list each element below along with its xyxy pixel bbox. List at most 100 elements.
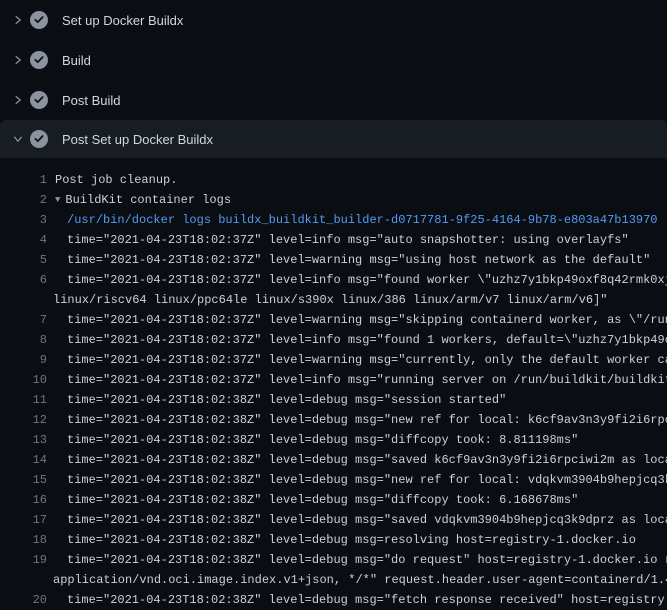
log-line-content: linux/riscv64 linux/ppc64le linux/s390x … xyxy=(47,293,608,307)
log-line-number[interactable]: 14 xyxy=(0,453,47,467)
log-line-content: time="2021-04-23T18:02:37Z" level=info m… xyxy=(47,333,667,347)
log-line-number[interactable]: 5 xyxy=(0,253,47,267)
log-line: 19 time="2021-04-23T18:02:38Z" level=deb… xyxy=(0,550,667,570)
log-line: application/vnd.oci.image.index.v1+json,… xyxy=(0,570,667,590)
log-line-text: time="2021-04-23T18:02:37Z" level=warnin… xyxy=(67,353,667,367)
log-line-number[interactable]: 1 xyxy=(0,173,47,187)
log-line-content: time="2021-04-23T18:02:37Z" level=warnin… xyxy=(47,353,667,367)
log-line-content: time="2021-04-23T18:02:38Z" level=debug … xyxy=(47,433,578,447)
step-header[interactable]: Post Build xyxy=(0,80,667,120)
log-line-text: time="2021-04-23T18:02:37Z" level=info m… xyxy=(67,233,629,247)
step-header[interactable]: Set up Docker Buildx xyxy=(0,0,667,40)
step-label: Post Build xyxy=(62,94,121,107)
log-line-text: time="2021-04-23T18:02:38Z" level=debug … xyxy=(67,453,667,467)
log-line-number[interactable]: 20 xyxy=(0,593,47,607)
log-line: 5 time="2021-04-23T18:02:37Z" level=warn… xyxy=(0,250,667,270)
step-header[interactable]: Build xyxy=(0,40,667,80)
log-line-content: time="2021-04-23T18:02:37Z" level=info m… xyxy=(47,273,667,287)
log-line: 8 time="2021-04-23T18:02:37Z" level=info… xyxy=(0,330,667,350)
log-line-text: time="2021-04-23T18:02:37Z" level=info m… xyxy=(67,373,667,387)
log-line-content: time="2021-04-23T18:02:38Z" level=debug … xyxy=(47,553,667,567)
chevron-down-icon[interactable] xyxy=(12,133,24,145)
log-line-text: Post job cleanup. xyxy=(55,173,177,187)
log-line-content: time="2021-04-23T18:02:38Z" level=debug … xyxy=(47,513,667,527)
log-line-content: time="2021-04-23T18:02:38Z" level=debug … xyxy=(47,413,667,427)
log-line-content: time="2021-04-23T18:02:37Z" level=info m… xyxy=(47,233,629,247)
chevron-right-icon[interactable] xyxy=(12,94,24,106)
log-line: 17 time="2021-04-23T18:02:38Z" level=deb… xyxy=(0,510,667,530)
log-line-text: application/vnd.oci.image.index.v1+json,… xyxy=(53,573,667,587)
log-line-content: /usr/bin/docker logs buildx_buildkit_bui… xyxy=(47,213,658,227)
log-line-text: /usr/bin/docker logs buildx_buildkit_bui… xyxy=(67,213,658,227)
log-line: 10 time="2021-04-23T18:02:37Z" level=inf… xyxy=(0,370,667,390)
log-line-text: time="2021-04-23T18:02:38Z" level=debug … xyxy=(67,493,578,507)
log-line-text: time="2021-04-23T18:02:38Z" level=debug … xyxy=(67,593,667,607)
log-line: 14 time="2021-04-23T18:02:38Z" level=deb… xyxy=(0,450,667,470)
log-line-text: linux/riscv64 linux/ppc64le linux/s390x … xyxy=(53,293,608,307)
step-label: Post Set up Docker Buildx xyxy=(62,133,213,146)
group-collapse-icon[interactable]: ▼ xyxy=(55,195,60,205)
log-line-content: time="2021-04-23T18:02:37Z" level=warnin… xyxy=(47,253,650,267)
log-line-number[interactable]: 10 xyxy=(0,373,47,387)
check-circle-icon xyxy=(30,11,48,29)
step-label: Build xyxy=(62,54,91,67)
chevron-right-icon[interactable] xyxy=(12,54,24,66)
log-line: 12 time="2021-04-23T18:02:38Z" level=deb… xyxy=(0,410,667,430)
log-line-content: ▼ BuildKit container logs xyxy=(47,193,231,207)
log-line: 9 time="2021-04-23T18:02:37Z" level=warn… xyxy=(0,350,667,370)
log-line-number[interactable]: 11 xyxy=(0,393,47,407)
log-line-text: time="2021-04-23T18:02:38Z" level=debug … xyxy=(67,393,506,407)
log-line: 1 Post job cleanup. xyxy=(0,170,667,190)
log-line-number[interactable]: 16 xyxy=(0,493,47,507)
log-lines: 1 Post job cleanup. 2 ▼ BuildKit containe… xyxy=(0,158,667,610)
log-line-content: time="2021-04-23T18:02:38Z" level=debug … xyxy=(47,593,667,607)
log-line-number[interactable]: 7 xyxy=(0,313,47,327)
log-line-number[interactable]: 18 xyxy=(0,533,47,547)
log-line-content: time="2021-04-23T18:02:38Z" level=debug … xyxy=(47,533,636,547)
log-line-content: application/vnd.oci.image.index.v1+json,… xyxy=(47,573,667,587)
log-line-text: time="2021-04-23T18:02:38Z" level=debug … xyxy=(67,433,578,447)
log-line-text: time="2021-04-23T18:02:37Z" level=info m… xyxy=(67,333,667,347)
check-circle-icon xyxy=(30,130,48,148)
log-line-content: time="2021-04-23T18:02:38Z" level=debug … xyxy=(47,493,578,507)
log-line: 13 time="2021-04-23T18:02:38Z" level=deb… xyxy=(0,430,667,450)
log-line: 6 time="2021-04-23T18:02:37Z" level=info… xyxy=(0,270,667,290)
check-circle-icon xyxy=(30,51,48,69)
log-line-number[interactable]: 8 xyxy=(0,333,47,347)
log-line-content: time="2021-04-23T18:02:38Z" level=debug … xyxy=(47,473,667,487)
steps-list: Set up Docker Buildx Build Post Build xyxy=(0,0,667,158)
log-line: linux/riscv64 linux/ppc64le linux/s390x … xyxy=(0,290,667,310)
log-line-text: time="2021-04-23T18:02:37Z" level=info m… xyxy=(67,273,667,287)
check-circle-icon xyxy=(30,91,48,109)
log-line-content: time="2021-04-23T18:02:37Z" level=info m… xyxy=(47,373,667,387)
log-line-text: time="2021-04-23T18:02:38Z" level=debug … xyxy=(67,473,667,487)
log-line-text: time="2021-04-23T18:02:38Z" level=debug … xyxy=(67,513,667,527)
log-line-number[interactable]: 15 xyxy=(0,473,47,487)
log-line: 20 time="2021-04-23T18:02:38Z" level=deb… xyxy=(0,590,667,610)
log-line: 16 time="2021-04-23T18:02:38Z" level=deb… xyxy=(0,490,667,510)
step-header[interactable]: Post Set up Docker Buildx xyxy=(0,120,667,158)
log-line-content: time="2021-04-23T18:02:38Z" level=debug … xyxy=(47,393,506,407)
log-line-number[interactable]: 9 xyxy=(0,353,47,367)
log-line-number[interactable]: 19 xyxy=(0,553,47,567)
log-line-number[interactable]: 2 xyxy=(0,193,47,207)
log-line-number[interactable]: 17 xyxy=(0,513,47,527)
log-line-number[interactable]: 12 xyxy=(0,413,47,427)
log-line-text: time="2021-04-23T18:02:38Z" level=debug … xyxy=(67,553,667,567)
log-line: 11 time="2021-04-23T18:02:38Z" level=deb… xyxy=(0,390,667,410)
log-line-content: time="2021-04-23T18:02:38Z" level=debug … xyxy=(47,453,667,467)
log-line-number[interactable]: 6 xyxy=(0,273,47,287)
log-line-text: time="2021-04-23T18:02:37Z" level=warnin… xyxy=(67,313,667,327)
log-line-text: time="2021-04-23T18:02:38Z" level=debug … xyxy=(67,533,636,547)
step-label: Set up Docker Buildx xyxy=(62,14,183,27)
log-line-text: BuildKit container logs xyxy=(65,193,231,207)
log-line-content: time="2021-04-23T18:02:37Z" level=warnin… xyxy=(47,313,667,327)
log-line: 2 ▼ BuildKit container logs xyxy=(0,190,667,210)
log-line-number[interactable]: 3 xyxy=(0,213,47,227)
log-line: 7 time="2021-04-23T18:02:37Z" level=warn… xyxy=(0,310,667,330)
log-line-number[interactable]: 13 xyxy=(0,433,47,447)
chevron-right-icon[interactable] xyxy=(12,14,24,26)
log-line-number[interactable]: 4 xyxy=(0,233,47,247)
log-line-text: time="2021-04-23T18:02:38Z" level=debug … xyxy=(67,413,667,427)
log-line: 18 time="2021-04-23T18:02:38Z" level=deb… xyxy=(0,530,667,550)
